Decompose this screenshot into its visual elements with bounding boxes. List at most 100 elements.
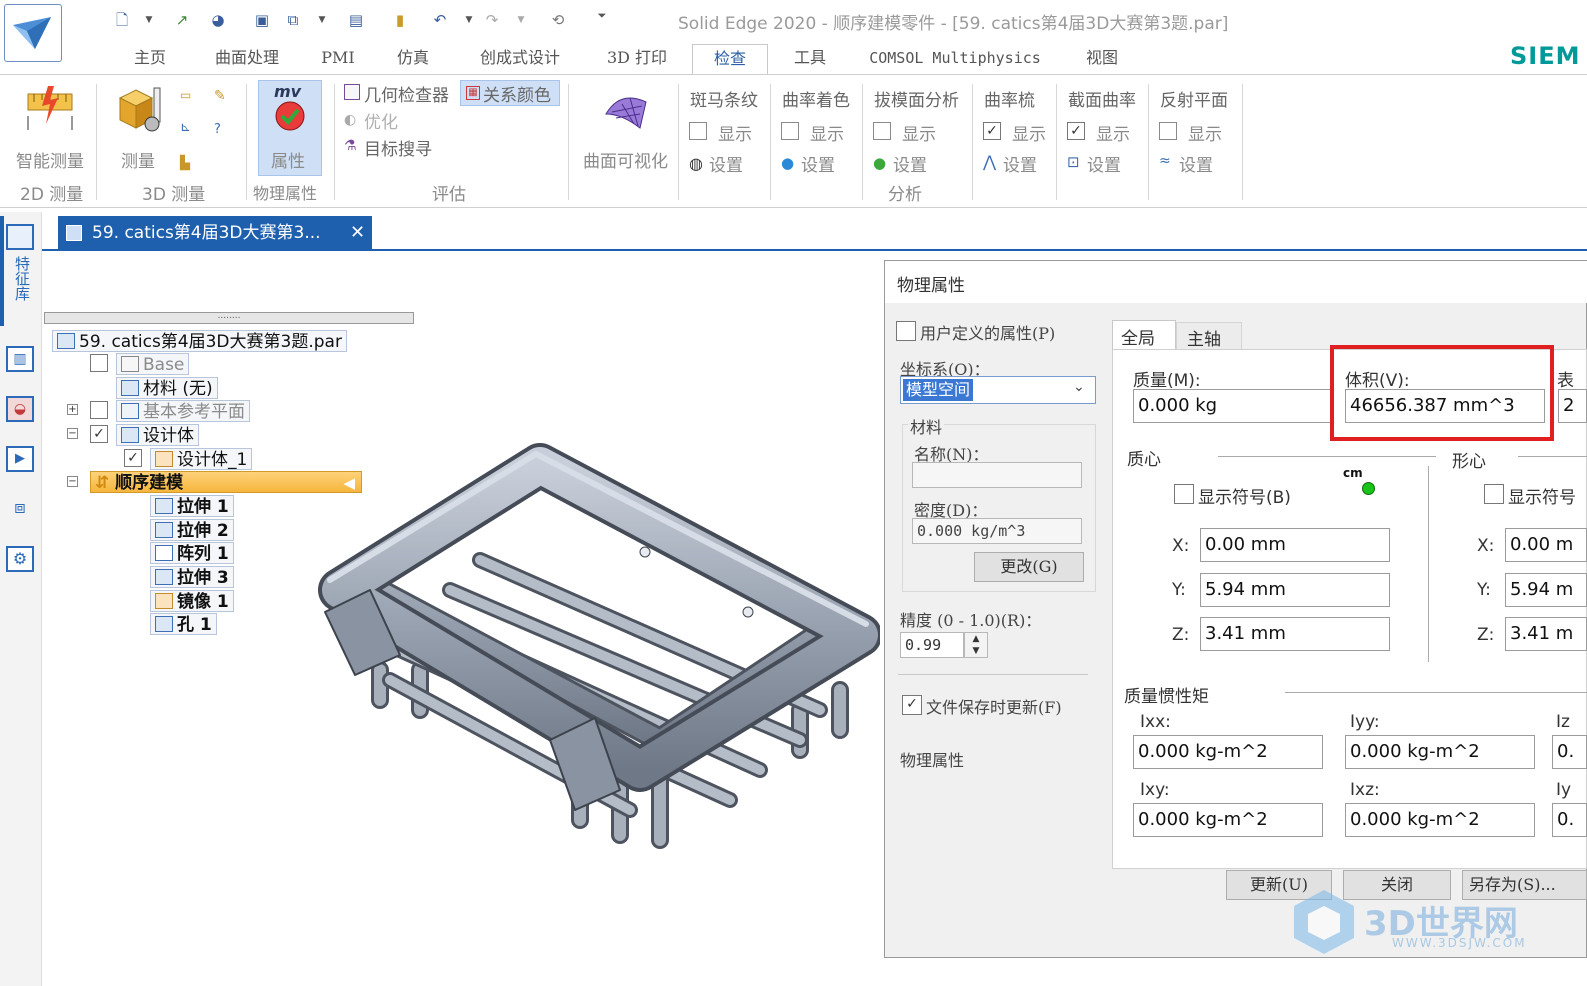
tab-view[interactable]: 视图 bbox=[1080, 44, 1124, 74]
curvature-shading-show-checkbox[interactable] bbox=[781, 122, 799, 140]
smart-measure-icon[interactable] bbox=[24, 84, 76, 134]
tree-item-feature[interactable]: 阵列 1 bbox=[150, 542, 234, 564]
section-curvature-show-checkbox[interactable]: ✓ bbox=[1067, 122, 1085, 140]
new-dropdown-icon[interactable]: ▼ bbox=[143, 10, 155, 30]
volume-field[interactable]: 46656.387 mm^3 bbox=[1345, 389, 1545, 423]
design-bodies-checkbox[interactable]: ✓ bbox=[90, 425, 108, 443]
material-name-field[interactable] bbox=[912, 462, 1082, 488]
measure-icon[interactable] bbox=[114, 84, 164, 134]
tab-home[interactable]: 主页 bbox=[128, 44, 172, 74]
document-tab[interactable]: 59. catics第4届3D大赛第3... ✕ bbox=[58, 216, 372, 250]
change-material-button[interactable]: 更改(G) bbox=[974, 552, 1084, 582]
repeat-icon[interactable]: ⟲ bbox=[548, 10, 568, 30]
optimize-button[interactable]: 优化 bbox=[364, 108, 398, 133]
redo-dropdown-icon[interactable]: ▼ bbox=[515, 10, 527, 30]
zebra-show-checkbox[interactable] bbox=[689, 122, 707, 140]
tree-item-design-bodies[interactable]: 设计体 bbox=[116, 424, 199, 446]
family-of-parts-icon[interactable]: ⧈ bbox=[6, 496, 34, 522]
iyy-field[interactable]: 0.000 kg-m^2 bbox=[1345, 735, 1535, 769]
reflective-plane-show-checkbox[interactable] bbox=[1159, 122, 1177, 140]
cm-x-field[interactable]: 0.00 mm bbox=[1200, 528, 1390, 562]
feature-library-icon[interactable] bbox=[6, 224, 34, 250]
recent-icon[interactable]: ◕ bbox=[208, 10, 228, 30]
tab-comsol[interactable]: COMSOL Multiphysics bbox=[866, 44, 1044, 74]
curvature-comb-settings-button[interactable]: 设置 bbox=[1003, 151, 1037, 176]
collapse-design-bodies-icon[interactable]: − bbox=[67, 428, 78, 439]
tab-generative-design[interactable]: 创成式设计 bbox=[470, 44, 570, 74]
geometry-inspector-button[interactable]: 几何检查器 bbox=[364, 81, 449, 106]
centroid-y-field[interactable]: 5.94 m bbox=[1505, 573, 1587, 607]
smart-measure-button[interactable]: 智能测量 bbox=[16, 147, 84, 172]
tree-item-material[interactable]: 材料 (无) bbox=[116, 377, 218, 399]
mass-field[interactable]: 0.000 kg bbox=[1133, 389, 1333, 423]
layers-icon[interactable]: ▥ bbox=[6, 346, 34, 372]
precision-stepper[interactable]: ▲ ▼ bbox=[964, 632, 988, 658]
draft-analysis-show-checkbox[interactable] bbox=[873, 122, 891, 140]
tree-item-ref-planes[interactable]: 基本参考平面 bbox=[116, 400, 250, 422]
expand-ref-planes-icon[interactable]: + bbox=[67, 404, 78, 415]
measure-area-icon[interactable]: ▙ bbox=[180, 156, 198, 172]
properties-qa-icon[interactable]: ▤ bbox=[346, 10, 366, 30]
3d-model-viewport[interactable] bbox=[300, 440, 880, 860]
measure-button[interactable]: 测量 bbox=[121, 147, 155, 172]
centroid-x-field[interactable]: 0.00 m bbox=[1505, 528, 1587, 562]
section-curvature-settings-button[interactable]: 设置 bbox=[1087, 151, 1121, 176]
density-field[interactable]: 0.000 kg/m^3 bbox=[912, 518, 1082, 544]
sensors-icon[interactable]: ◒ bbox=[6, 396, 34, 422]
update-on-save-checkbox[interactable]: ✓ bbox=[902, 695, 922, 715]
cm-y-field[interactable]: 5.94 mm bbox=[1200, 573, 1390, 607]
ixx-field[interactable]: 0.000 kg-m^2 bbox=[1133, 735, 1323, 769]
inquire-element-icon[interactable]: ? bbox=[214, 122, 232, 138]
print-icon[interactable]: ▮ bbox=[390, 10, 410, 30]
zebra-settings-button[interactable]: 设置 bbox=[709, 151, 743, 176]
draft-analysis-settings-button[interactable]: 设置 bbox=[893, 151, 927, 176]
undo-dropdown-icon[interactable]: ▼ bbox=[463, 10, 475, 30]
tree-item-feature[interactable]: 孔 1 bbox=[150, 613, 217, 635]
tree-item-feature[interactable]: 镜像 1 bbox=[150, 590, 234, 612]
ref-planes-checkbox[interactable] bbox=[90, 401, 108, 419]
curvature-shading-settings-button[interactable]: 设置 bbox=[801, 151, 835, 176]
show-cm-symbol-checkbox[interactable] bbox=[1174, 484, 1194, 504]
show-centroid-symbol-checkbox[interactable] bbox=[1484, 484, 1504, 504]
tree-item-feature[interactable]: 拉伸 2 bbox=[150, 519, 234, 541]
tab-3d-print[interactable]: 3D 打印 bbox=[600, 44, 674, 74]
customize-qa-icon[interactable]: ⏷ bbox=[596, 6, 608, 26]
design-body-1-checkbox[interactable]: ✓ bbox=[124, 449, 142, 467]
base-checkbox[interactable] bbox=[90, 354, 108, 372]
dialog-titlebar[interactable] bbox=[885, 261, 1587, 303]
iyz-field[interactable]: 0. bbox=[1552, 803, 1587, 837]
tree-item-feature[interactable]: 拉伸 1 bbox=[150, 495, 234, 517]
ixy-field[interactable]: 0.000 kg-m^2 bbox=[1133, 803, 1323, 837]
undo-icon[interactable]: ↶ bbox=[430, 10, 450, 30]
ixz-field[interactable]: 0.000 kg-m^2 bbox=[1345, 803, 1535, 837]
reflective-plane-settings-button[interactable]: 设置 bbox=[1179, 151, 1213, 176]
save-icon[interactable]: ▣ bbox=[252, 10, 272, 30]
new-file-icon[interactable]: 🗋 bbox=[112, 10, 132, 30]
redo-icon[interactable]: ↷ bbox=[482, 10, 502, 30]
tab-surfacing[interactable]: 曲面处理 bbox=[206, 44, 288, 74]
tab-simulation[interactable]: 仿真 bbox=[390, 44, 436, 74]
tree-item-feature[interactable]: 拉伸 3 bbox=[150, 566, 234, 588]
tree-splitter-grip[interactable]: ........ bbox=[44, 312, 414, 324]
centroid-z-field[interactable]: 3.41 m bbox=[1505, 617, 1587, 651]
measure-distance-icon[interactable]: ▭ bbox=[180, 88, 198, 104]
tree-item-base[interactable]: Base bbox=[116, 353, 190, 375]
feature-library-tab[interactable]: 特征库 bbox=[10, 256, 31, 301]
curvature-comb-show-checkbox[interactable]: ✓ bbox=[983, 122, 1001, 140]
goal-seek-button[interactable]: 目标搜寻 bbox=[364, 135, 432, 160]
surface-visualization-button[interactable]: 曲面可视化 bbox=[583, 147, 668, 172]
surface-area-field[interactable]: 2 bbox=[1558, 389, 1587, 423]
tab-inspect[interactable]: 检查 bbox=[692, 44, 768, 74]
precision-field[interactable]: 0.99 bbox=[900, 632, 964, 658]
tab-global[interactable]: 全局 bbox=[1112, 320, 1176, 350]
simulation-icon[interactable]: ▶ bbox=[6, 446, 34, 472]
measure-angle-icon[interactable]: ✎ bbox=[214, 88, 232, 104]
application-button[interactable] bbox=[4, 4, 62, 62]
settings-gear-icon[interactable]: ⚙ bbox=[6, 546, 34, 572]
tree-item-design-body-1[interactable]: 设计体_1 bbox=[150, 448, 253, 470]
open-file-icon[interactable]: ↗ bbox=[172, 10, 192, 30]
measure-minimum-icon[interactable]: ⊾ bbox=[180, 120, 198, 136]
tab-tools[interactable]: 工具 bbox=[788, 44, 832, 74]
coord-system-select[interactable]: 模型空间 ⌄ bbox=[900, 376, 1096, 404]
collapse-ordered-icon[interactable]: − bbox=[67, 476, 78, 487]
